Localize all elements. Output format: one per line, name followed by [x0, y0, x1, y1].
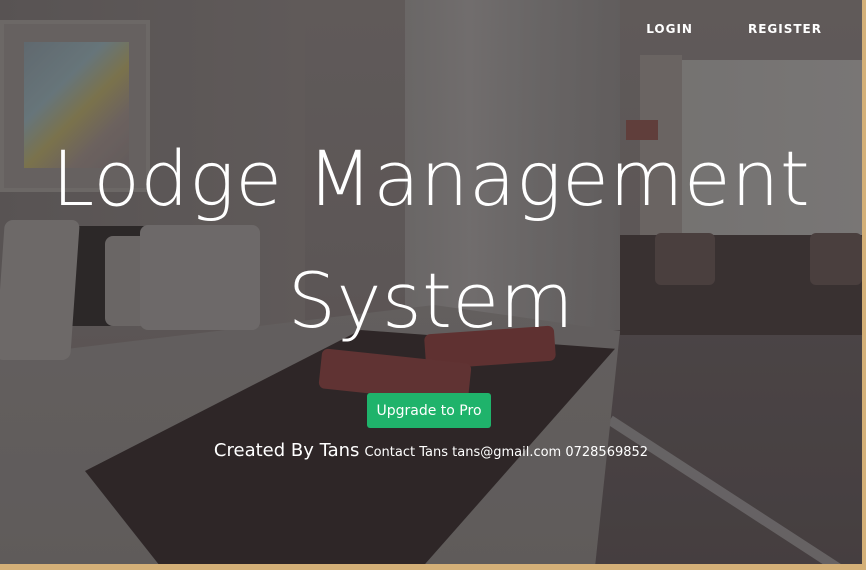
page-title: Lodge Management System	[51, 134, 811, 345]
credits: Created By Tans Contact Tans tans@gmail.…	[0, 440, 862, 461]
window-frame: LOGIN REGISTER Lodge Management System U…	[0, 0, 866, 570]
hero-section: LOGIN REGISTER Lodge Management System U…	[0, 0, 862, 564]
credit-text: Created By Tans	[213, 440, 360, 461]
top-nav: LOGIN REGISTER	[646, 22, 822, 36]
login-link[interactable]: LOGIN	[646, 22, 693, 36]
upgrade-button[interactable]: Upgrade to Pro	[367, 393, 491, 428]
register-link[interactable]: REGISTER	[748, 22, 822, 36]
contact-text: Contact Tans tans@gmail.com 0728569852	[364, 445, 649, 460]
